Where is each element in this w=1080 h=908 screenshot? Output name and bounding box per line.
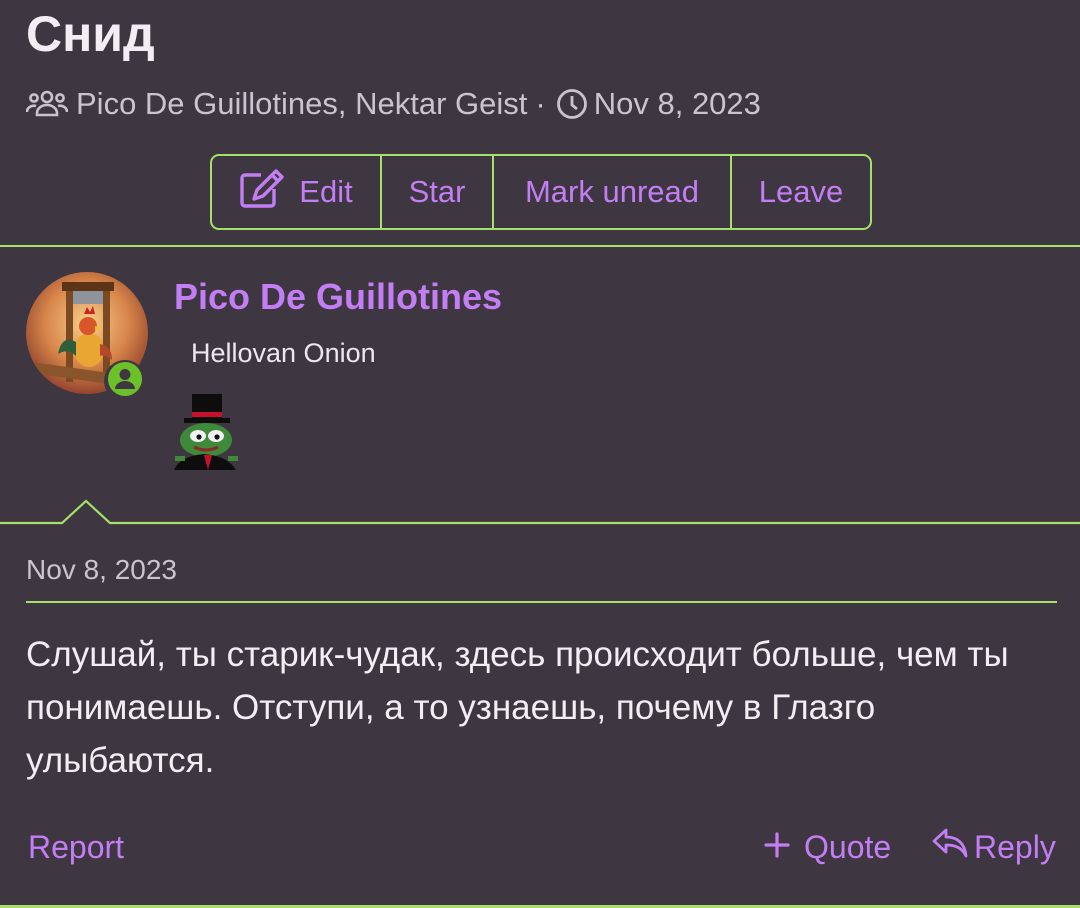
reply-button[interactable]: Reply	[932, 826, 1056, 868]
reply-label: Reply	[974, 828, 1056, 865]
reply-icon	[932, 827, 974, 867]
mark-unread-button[interactable]: Mark unread	[494, 156, 732, 228]
edit-icon	[239, 168, 299, 216]
leave-label: Leave	[758, 174, 844, 209]
report-label: Report	[28, 828, 125, 865]
thread-participants[interactable]: Pico De Guillotines, Nektar Geist	[76, 86, 527, 122]
plus-icon	[764, 829, 804, 866]
conversation-page: Снид Pico De Guillotines, Nektar Geist ·…	[0, 0, 1080, 908]
users-icon	[26, 88, 68, 120]
meta-separator: ·	[535, 86, 546, 121]
quote-label: Quote	[804, 828, 892, 865]
post-divider	[0, 499, 1080, 525]
edit-button[interactable]: Edit	[212, 156, 382, 228]
edit-label: Edit	[299, 174, 353, 209]
post-author[interactable]: Pico De Guillotines	[174, 276, 502, 318]
post-date[interactable]: Nov 8, 2023	[26, 554, 177, 586]
header-divider	[0, 245, 1080, 247]
page-title: Снид	[26, 6, 155, 62]
report-link[interactable]: Report	[28, 826, 124, 868]
thread-meta: Pico De Guillotines, Nektar Geist · Nov …	[26, 84, 761, 124]
user-title: Hellovan Onion	[191, 338, 376, 368]
post-body: Слушай, ты старик-чудак, здесь происходи…	[26, 635, 1009, 780]
mark-unread-label: Mark unread	[524, 174, 700, 209]
star-label: Star	[408, 174, 466, 209]
star-button[interactable]: Star	[382, 156, 494, 228]
frog-top-hat-icon	[172, 392, 250, 470]
clock-icon	[556, 88, 588, 120]
leave-button[interactable]: Leave	[732, 156, 870, 228]
user-online-icon	[108, 361, 142, 401]
thread-date: Nov 8, 2023	[593, 86, 761, 121]
quote-button[interactable]: Quote	[764, 826, 891, 868]
date-divider	[26, 601, 1057, 603]
thread-actions: Edit Star Mark unread Leave	[210, 154, 872, 230]
online-status-badge	[104, 360, 146, 402]
